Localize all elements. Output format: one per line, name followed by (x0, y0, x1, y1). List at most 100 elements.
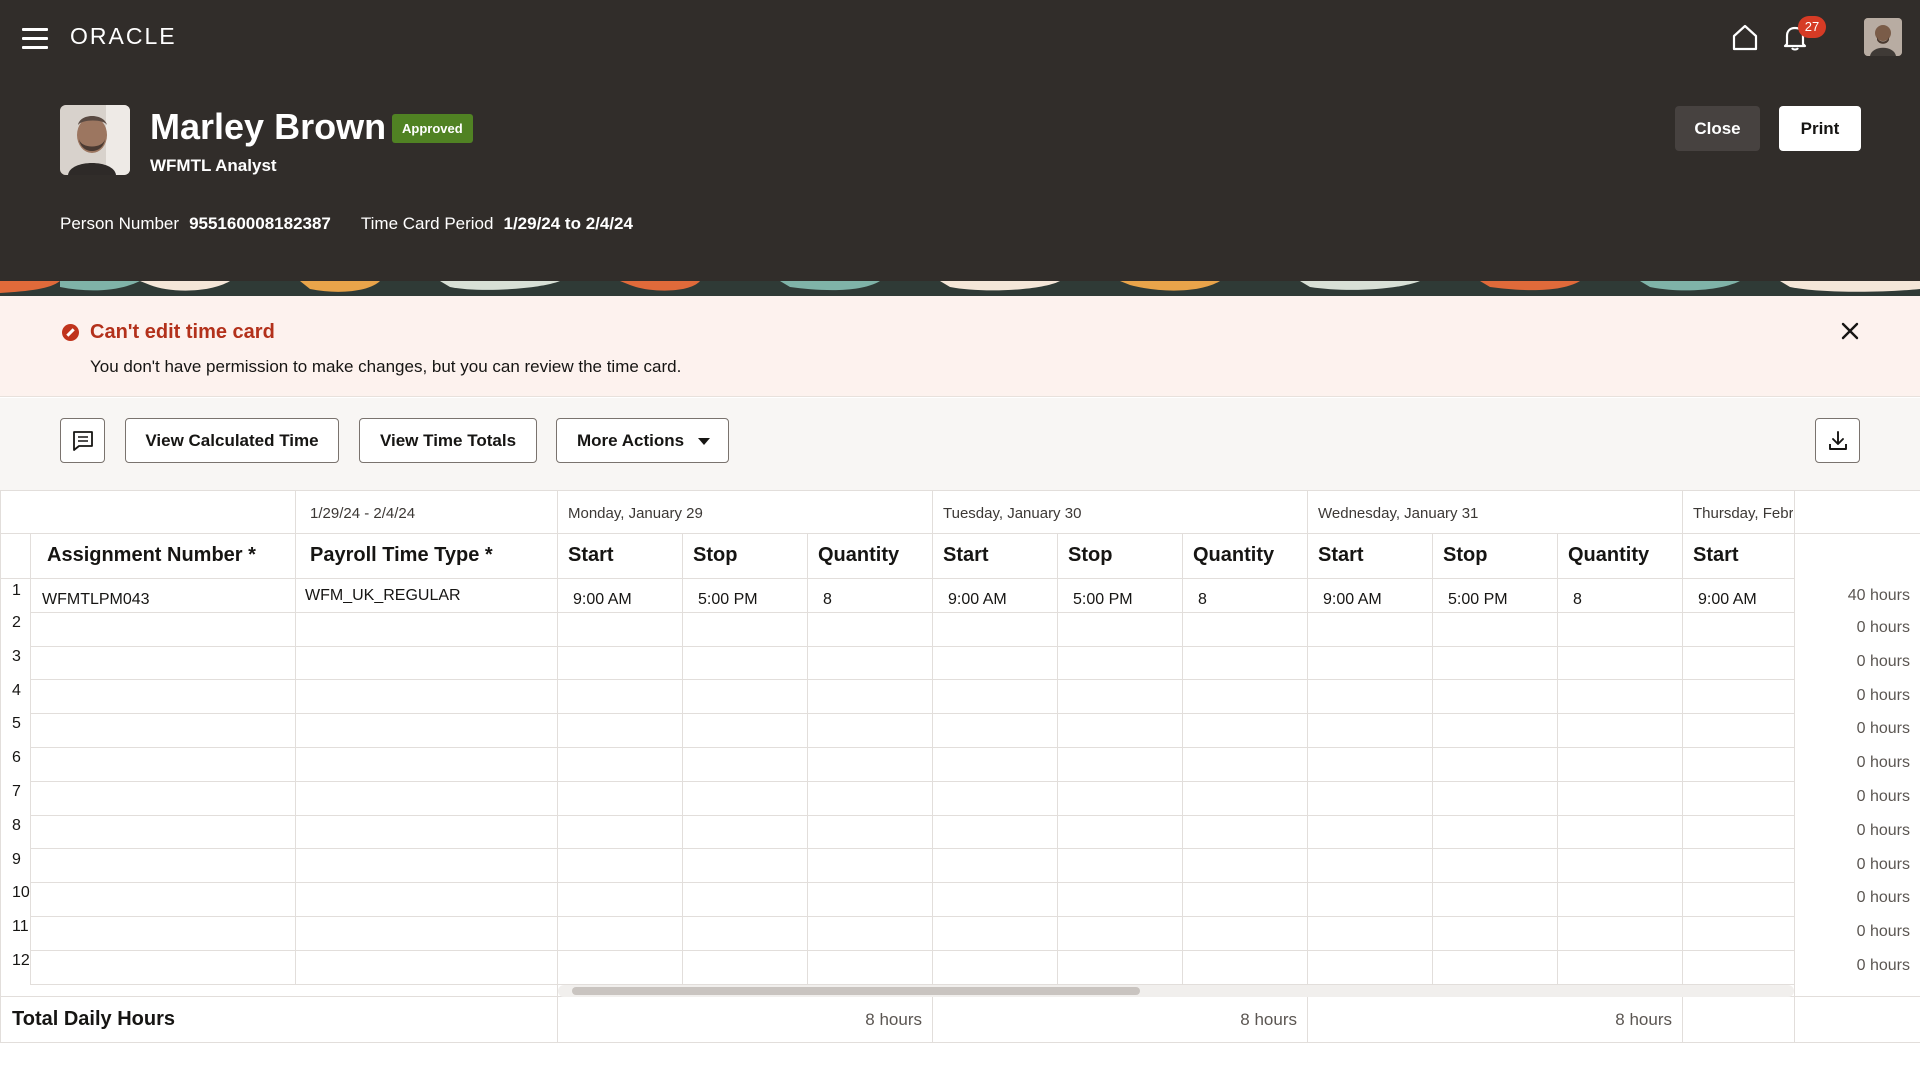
grid-line (1794, 490, 1795, 1042)
row-number: 10 (12, 884, 30, 902)
row-total: 0 hours (1856, 754, 1910, 772)
comments-button[interactable] (60, 418, 105, 463)
person-name: Marley Brown (150, 106, 387, 147)
close-message-icon[interactable] (1835, 316, 1865, 346)
stop-header: Stop (1443, 544, 1488, 566)
row-number: 1 (12, 582, 21, 599)
daily-total: 8 hours (1615, 1010, 1672, 1029)
row-total: 0 hours (1856, 855, 1910, 873)
grid-line (682, 533, 683, 984)
stop-header: Stop (1068, 544, 1113, 566)
quantity-cell[interactable]: 8 (823, 591, 832, 609)
grid-line (0, 1042, 1920, 1043)
stop-cell[interactable]: 5:00 PM (1448, 591, 1508, 609)
quantity-header: Quantity (1193, 544, 1275, 566)
row-number: 4 (12, 681, 21, 699)
row-number: 5 (12, 715, 21, 733)
person-photo (60, 105, 130, 175)
day-header: Thursday, Febr (1693, 505, 1793, 522)
grid-line (557, 490, 558, 1042)
row-total: 0 hours (1856, 788, 1910, 805)
row-total: 40 hours (1847, 587, 1910, 604)
day-header: Wednesday, January 31 (1318, 505, 1479, 522)
start-cell[interactable]: 9:00 AM (1698, 591, 1757, 609)
quantity-header: Quantity (818, 544, 900, 566)
start-header: Start (1318, 544, 1364, 566)
timecard-meta: Person Number 955160008182387 Time Card Pe… (60, 214, 633, 234)
message-title: Can't edit time card (90, 321, 275, 343)
row-number: 8 (12, 816, 21, 834)
grid-line (0, 533, 1920, 534)
start-cell[interactable]: 9:00 AM (573, 591, 632, 609)
hamburger-menu-icon[interactable] (20, 24, 50, 52)
payroll-time-type-header[interactable]: Payroll Time Type * (310, 544, 493, 567)
view-calculated-time-button[interactable]: View Calculated Time (125, 418, 339, 463)
grid-line (932, 490, 933, 1042)
period-value: 1/29/24 to 2/4/24 (503, 214, 633, 233)
start-header: Start (568, 544, 614, 566)
start-header: Start (943, 544, 989, 566)
daily-total: 8 hours (865, 1010, 922, 1029)
grid-line (1307, 490, 1308, 1042)
payroll-time-type-cell[interactable]: WFM_UK_REGULAR (305, 587, 461, 605)
row-total: 0 hours (1856, 720, 1910, 738)
timecard-grid: 1/29/24 - 2/4/24 Monday, January 29 Tues… (0, 490, 1920, 1080)
scrollbar-thumb[interactable] (572, 987, 1140, 995)
close-button[interactable]: Close (1675, 106, 1760, 151)
status-badge: Approved (392, 114, 473, 143)
quantity-header: Quantity (1568, 544, 1650, 566)
row-total: 0 hours (1856, 619, 1910, 636)
stop-cell[interactable]: 5:00 PM (698, 591, 758, 609)
row-number: 2 (12, 614, 21, 631)
timecard-toolbar: View Calculated Time View Time Totals Mo… (0, 398, 1920, 490)
message-text: You don't have permission to make change… (90, 357, 682, 376)
quantity-cell[interactable]: 8 (1573, 591, 1582, 609)
person-number-value: 955160008182387 (189, 214, 331, 233)
view-time-totals-button[interactable]: View Time Totals (359, 418, 537, 463)
more-actions-button[interactable]: More Actions (556, 418, 729, 463)
grid-line (295, 490, 296, 984)
assignment-cell[interactable]: WFMTLPM043 (42, 591, 150, 609)
horizontal-scrollbar[interactable] (558, 985, 1794, 997)
start-cell[interactable]: 9:00 AM (1323, 591, 1382, 609)
stop-cell[interactable]: 5:00 PM (1073, 591, 1133, 609)
notification-count-badge: 27 (1798, 16, 1826, 38)
quantity-cell[interactable]: 8 (1198, 591, 1207, 609)
row-total: 0 hours (1856, 821, 1910, 839)
oracle-logo: ORACLE (70, 23, 177, 49)
grid-line (1682, 490, 1683, 1042)
day-header: Monday, January 29 (568, 505, 703, 522)
grid-line (1557, 533, 1558, 984)
more-actions-label: More Actions (577, 430, 685, 450)
assignment-number-header[interactable]: Assignment Number * (47, 544, 256, 567)
comment-icon (72, 430, 93, 451)
row-number: 7 (12, 783, 21, 800)
print-button[interactable]: Print (1779, 106, 1861, 151)
row-total: 0 hours (1856, 957, 1910, 974)
row-number: 11 (12, 918, 29, 936)
row-total: 0 hours (1856, 652, 1910, 670)
total-daily-hours-label: Total Daily Hours (12, 1008, 175, 1030)
day-header: Tuesday, January 30 (943, 505, 1082, 522)
start-header: Start (1693, 544, 1739, 566)
daily-total: 8 hours (1240, 1010, 1297, 1029)
error-icon (62, 324, 79, 341)
page-header: ORACLE 27 Marley Brown Approved WFMTL An… (0, 0, 1920, 281)
row-number: 12 (12, 952, 30, 969)
home-icon[interactable] (1730, 22, 1760, 52)
caret-down-icon (698, 438, 710, 445)
row-number: 3 (12, 647, 21, 665)
grid-line (1432, 533, 1433, 984)
stop-header: Stop (693, 544, 738, 566)
row-total: 0 hours (1856, 889, 1910, 907)
grid-line (30, 533, 31, 984)
start-cell[interactable]: 9:00 AM (948, 591, 1007, 609)
row-total: 0 hours (1856, 923, 1910, 941)
row-number: 6 (12, 749, 21, 767)
download-button[interactable] (1815, 418, 1860, 463)
period-label: Time Card Period (360, 214, 494, 233)
user-avatar[interactable] (1864, 18, 1902, 56)
error-message-banner: Can't edit time card You don't have perm… (0, 296, 1920, 397)
grid-line (1182, 533, 1183, 984)
job-title: WFMTL Analyst (150, 156, 277, 175)
